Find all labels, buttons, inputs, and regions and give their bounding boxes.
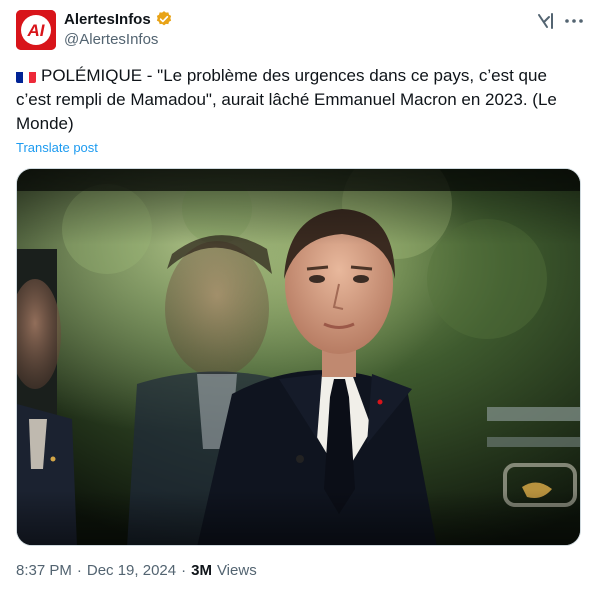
more-icon[interactable] [562,11,586,31]
views-count[interactable]: 3M [191,562,212,579]
france-flag-icon [16,69,36,83]
user-handle[interactable]: @AlertesInfos [64,31,158,48]
post-text: POLÉMIQUE - "Le problème des urgences da… [16,64,576,136]
grok-icon[interactable] [536,11,556,31]
verified-badge-icon[interactable] [155,10,173,28]
meta-separator: · [76,562,82,579]
name-row: AlertesInfos [64,10,173,28]
avatar[interactable]: AI [16,10,56,50]
views-label: Views [216,562,257,579]
avatar-logo-text: AI [27,21,46,40]
macron-tv-image [17,169,580,545]
post-time[interactable]: 8:37 PM [16,562,72,579]
tweet-card: AI AlertesInfos @AlertesInfos POLÉMIQUE … [0,0,597,594]
display-name[interactable]: AlertesInfos [64,11,151,28]
post-meta: 8:37 PM · Dec 19, 2024 · 3M Views [16,562,257,579]
post-body: POLÉMIQUE - "Le problème des urgences da… [16,66,557,133]
meta-separator: · [181,562,187,579]
post-image[interactable] [16,168,581,546]
alertesinfos-logo-icon: AI [16,10,56,50]
post-date[interactable]: Dec 19, 2024 [87,562,176,579]
translate-post-link[interactable]: Translate post [16,140,98,155]
